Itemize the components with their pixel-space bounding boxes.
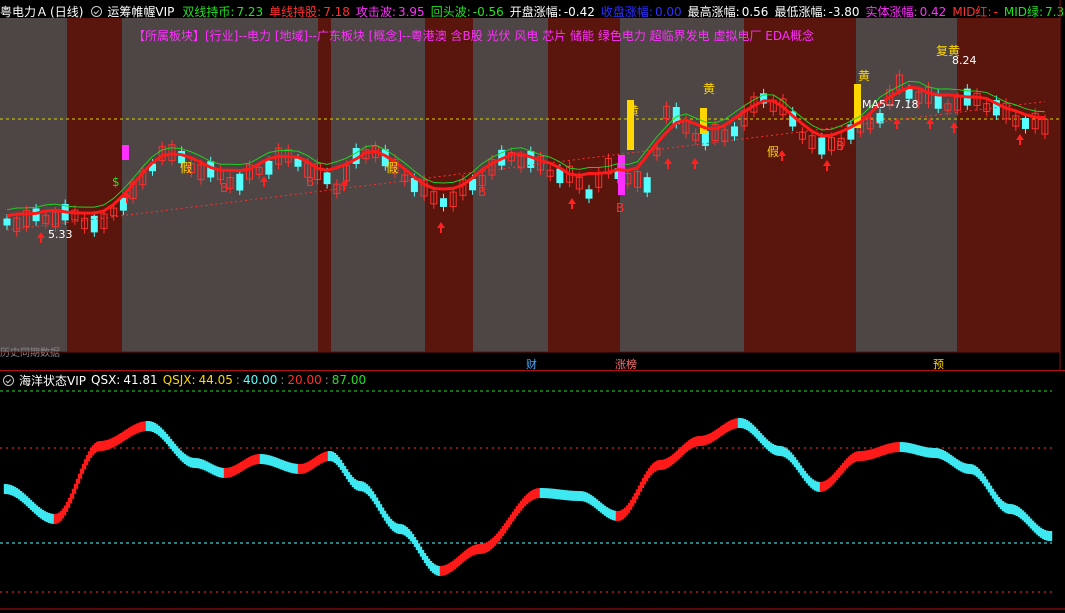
candle-body (731, 126, 738, 137)
sector-text: 【所属板块】[行业]--电力 [地域]--广东板块 [概念]--粤港澳 含B股 … (133, 28, 814, 43)
candle-body (236, 173, 244, 191)
huang-marker: 黄 (627, 104, 639, 118)
b-marker: B (478, 185, 486, 199)
huang-marker: 黄 (858, 69, 870, 83)
b-marker: B (836, 139, 844, 153)
sub-indicator-header: 海洋状态VIP QSX: 41.81 QSJX: 44.05 : 40.00 :… (0, 372, 371, 388)
candle-body (818, 137, 826, 155)
candle-body (643, 177, 651, 193)
jia-marker: 假 (180, 161, 192, 175)
candle-body (323, 172, 331, 185)
b-marker: B (220, 181, 228, 195)
zone-band (0, 18, 67, 352)
qsx-label: QSX: (91, 373, 121, 387)
candle-body (3, 218, 11, 226)
candle-body (440, 198, 447, 207)
panel-divider[interactable] (0, 370, 1065, 371)
jia-marker: 假 (386, 161, 398, 175)
level-40: 40.00 (242, 373, 278, 387)
level-87: 87.00 (331, 373, 367, 387)
zone-band (548, 18, 620, 352)
qsjx-label: QSJX: (162, 373, 196, 387)
s-marker: $ (112, 175, 120, 189)
zone-band (856, 18, 957, 352)
candle-body (934, 93, 942, 109)
zone-band (957, 18, 1060, 352)
zone-band (620, 18, 744, 352)
qsjx-value: 44.05 (198, 373, 233, 387)
sub-indicator-name[interactable]: 海洋状态VIP (19, 372, 86, 389)
candle-body (294, 158, 302, 167)
main-kline-chart[interactable]: 黄黄黄假 假假BBB BB$复黄 【所属板块】[行业]--电力 [地域]--广东板块… (0, 0, 1065, 372)
jia-marker: 假 (767, 145, 779, 159)
zone-bands (0, 18, 1060, 352)
candle-body (585, 189, 593, 199)
b-marker: B (616, 201, 624, 215)
highlight-candle (122, 145, 129, 160)
sub-indicator-toggle-icon[interactable] (3, 374, 14, 386)
high-price-label: 8.24 (952, 54, 977, 67)
huang-marker: 黄 (703, 82, 715, 96)
candle-body (265, 160, 273, 175)
ma5-label: MA5--7.18 (862, 98, 918, 111)
zone-band (318, 18, 331, 352)
highlight-candle (618, 155, 625, 195)
b-marker: B (306, 175, 314, 189)
candle-body (1022, 118, 1029, 129)
zone-band (744, 18, 856, 352)
candle-body (556, 168, 564, 184)
qsx-value: 41.81 (123, 373, 158, 387)
candle-body (905, 89, 913, 99)
ocean-wave-band (3, 418, 1053, 576)
candle-body (119, 197, 127, 211)
level-20: 20.00 (287, 373, 322, 387)
low-price-label: 5.33 (48, 228, 73, 241)
